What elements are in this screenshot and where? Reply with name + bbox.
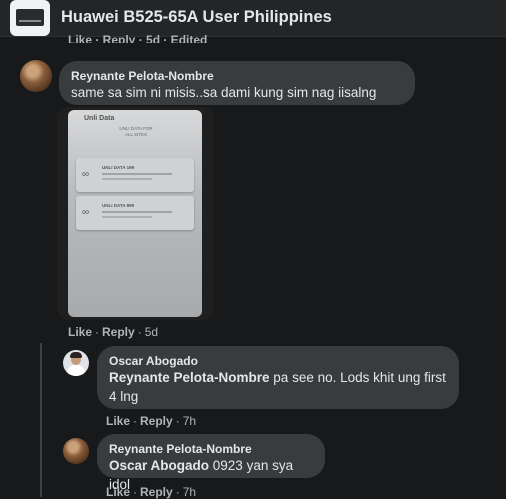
comment-author[interactable]: Reynante Pelota-Nombre <box>71 69 403 83</box>
reply-bubble: Reynante Pelota-Nombre Oscar Abogado 092… <box>97 434 325 492</box>
router-image <box>16 9 44 26</box>
reply-link[interactable]: Reply <box>102 325 135 339</box>
reply-text: Reynante Pelota-Nombre pa see no. Lods k… <box>109 368 447 406</box>
mention-link[interactable]: Oscar Abogado <box>109 458 209 473</box>
mention-link[interactable]: Reynante Pelota-Nombre <box>109 370 270 385</box>
photo-card-title: UNLI DATA 199 <box>102 165 135 170</box>
photo-card-line <box>102 173 172 175</box>
photo-card: ∞ UNLI DATA 199 <box>76 158 194 192</box>
photo-card-line <box>102 216 152 218</box>
photo-card: ∞ UNLI DATA 999 <box>76 196 194 230</box>
comment-photo[interactable]: Unli Data UNLI DATA FOR ALL SITES ∞ UNLI… <box>57 107 214 320</box>
reply-author[interactable]: Oscar Abogado <box>109 354 447 368</box>
previous-comment-actions: Like · Reply · 5d · Edited <box>68 33 208 43</box>
avatar[interactable] <box>20 60 52 92</box>
avatar[interactable] <box>63 438 89 464</box>
infinity-icon: ∞ <box>82 169 90 180</box>
reply-author[interactable]: Reynante Pelota-Nombre <box>109 442 313 456</box>
phone-screen-image: Unli Data UNLI DATA FOR ALL SITES ∞ UNLI… <box>68 110 202 317</box>
reply-bubble: Oscar Abogado Reynante Pelota-Nombre pa … <box>97 346 459 409</box>
photo-card-title: UNLI DATA 999 <box>102 203 135 208</box>
group-thumbnail[interactable] <box>10 0 50 36</box>
photo-card-line <box>102 211 172 213</box>
avatar[interactable] <box>63 350 89 376</box>
timestamp[interactable]: 5d <box>145 325 158 339</box>
comment-bubble: Reynante Pelota-Nombre same sa sim ni mi… <box>59 61 415 119</box>
like-link[interactable]: Like <box>68 325 92 339</box>
thread-line <box>40 343 42 497</box>
reply-actions: Like · Reply · 7h <box>106 414 197 428</box>
timestamp[interactable]: 7h <box>183 414 196 428</box>
comment-actions: Like · Reply · 5d <box>68 325 159 339</box>
infinity-icon: ∞ <box>82 207 90 218</box>
photo-brand-text: Unli Data <box>84 115 115 122</box>
photo-card-line <box>102 178 152 180</box>
like-link[interactable]: Like <box>106 414 130 428</box>
group-title[interactable]: Huawei B525-65A User Philippines <box>61 8 332 27</box>
photo-subtitle-text: UNLI DATA FOR ALL SITES <box>119 126 153 137</box>
reply-link[interactable]: Reply <box>140 414 173 428</box>
